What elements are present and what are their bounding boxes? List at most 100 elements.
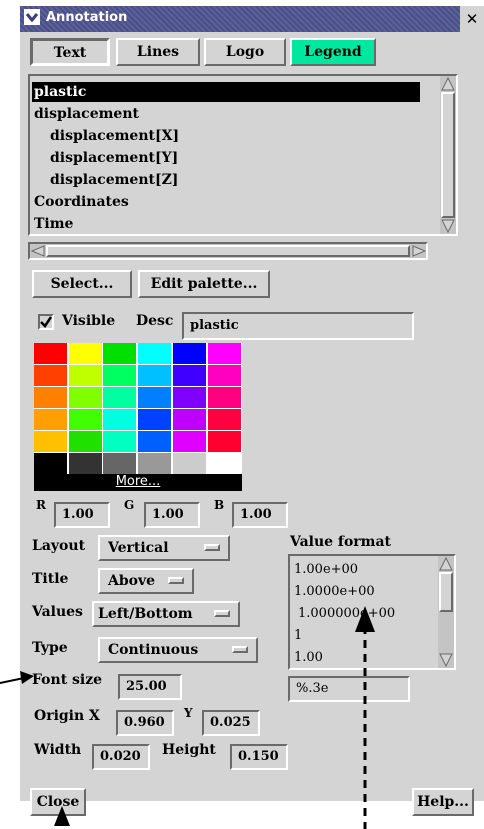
layout-label: Layout [32, 538, 86, 554]
color-swatch[interactable] [68, 343, 102, 364]
color-swatch[interactable] [68, 409, 102, 430]
values-value: Left/Bottom [98, 606, 193, 622]
close-window-icon[interactable]: ✕ [460, 6, 484, 32]
value-format-input[interactable]: %.3e [288, 676, 410, 702]
height-value: 0.150 [238, 749, 279, 764]
hscrollbar-thumb[interactable] [46, 245, 410, 257]
color-swatch[interactable] [207, 431, 241, 452]
color-swatch[interactable] [138, 409, 172, 430]
tab-text[interactable]: Text [30, 38, 110, 66]
format-option[interactable]: 1.0000e+00 [294, 584, 375, 599]
format-option[interactable]: 1 [294, 628, 302, 643]
color-swatch[interactable] [138, 343, 172, 364]
color-palette[interactable] [34, 343, 242, 474]
height-input[interactable]: 0.150 [230, 744, 288, 770]
visible-checkbox[interactable] [38, 314, 54, 330]
scroll-down-arrow-icon[interactable] [441, 219, 455, 233]
format-list-scrollbar[interactable] [438, 556, 454, 668]
scroll-up-arrow-icon[interactable] [439, 557, 453, 571]
tab-lines[interactable]: Lines [116, 38, 200, 66]
color-swatch[interactable] [172, 431, 206, 452]
color-swatch[interactable] [172, 387, 206, 408]
desc-input-value: plastic [190, 318, 239, 333]
color-swatch[interactable] [172, 343, 206, 364]
list-vertical-scrollbar[interactable] [440, 76, 456, 234]
r-input[interactable]: 1.00 [54, 502, 110, 528]
color-swatch[interactable] [103, 343, 137, 364]
tab-logo[interactable]: Logo [204, 38, 286, 66]
layout-option-menu[interactable]: Vertical [98, 535, 230, 561]
type-option-menu[interactable]: Continuous [98, 637, 258, 663]
color-swatch[interactable] [103, 431, 137, 452]
more-colors-button[interactable]: More... [34, 474, 242, 491]
format-option[interactable]: 1.00 [294, 650, 323, 665]
b-value: 1.00 [240, 507, 272, 522]
color-swatch[interactable] [103, 365, 137, 386]
width-value: 0.020 [100, 749, 141, 764]
format-scrollbar-thumb[interactable] [439, 572, 453, 612]
scrollbar-thumb[interactable] [441, 92, 455, 218]
list-item-coordinates[interactable]: Coordinates [32, 192, 420, 212]
color-swatch[interactable] [138, 453, 172, 474]
window-title: Annotation [46, 10, 128, 25]
window-menu-icon[interactable] [24, 9, 40, 25]
g-input[interactable]: 1.00 [144, 502, 200, 528]
origin-y-input[interactable]: 0.025 [202, 710, 260, 736]
color-swatch[interactable] [34, 387, 67, 408]
list-item-plastic[interactable]: plastic [32, 82, 420, 102]
title-bar[interactable]: Annotation ✕ [20, 6, 484, 32]
list-item-time[interactable]: Time [32, 214, 420, 234]
scroll-left-arrow-icon[interactable] [31, 245, 45, 257]
callout-arrow-font-size [0, 671, 34, 684]
color-swatch[interactable] [68, 387, 102, 408]
color-swatch[interactable] [172, 453, 206, 474]
scroll-right-arrow-icon[interactable] [412, 245, 426, 257]
color-swatch[interactable] [207, 387, 241, 408]
color-swatch[interactable] [207, 365, 241, 386]
values-option-menu[interactable]: Left/Bottom [92, 601, 240, 627]
font-size-input[interactable]: 25.00 [118, 674, 182, 700]
r-value: 1.00 [62, 507, 94, 522]
help-button[interactable]: Help... [412, 788, 474, 816]
width-input[interactable]: 0.020 [92, 744, 150, 770]
color-swatch[interactable] [68, 365, 102, 386]
width-label: Width [34, 742, 82, 758]
list-horizontal-scrollbar[interactable] [28, 242, 428, 260]
format-option[interactable]: 1.000000e+00 [298, 606, 395, 621]
color-swatch[interactable] [207, 409, 241, 430]
tab-legend[interactable]: Legend [290, 38, 376, 66]
color-swatch[interactable] [207, 453, 241, 474]
color-swatch[interactable] [34, 365, 67, 386]
format-option[interactable]: 1.00e+00 [294, 562, 358, 577]
color-swatch[interactable] [207, 343, 241, 364]
b-input[interactable]: 1.00 [232, 502, 288, 528]
color-swatch[interactable] [138, 387, 172, 408]
color-swatch[interactable] [34, 343, 67, 364]
color-swatch[interactable] [138, 365, 172, 386]
desc-input[interactable]: plastic [182, 312, 414, 340]
color-swatch[interactable] [68, 431, 102, 452]
edit-palette-button[interactable]: Edit palette... [138, 270, 270, 298]
select-button[interactable]: Select... [32, 270, 132, 298]
origin-x-input[interactable]: 0.960 [116, 710, 174, 736]
color-swatch[interactable] [34, 431, 67, 452]
color-swatch[interactable] [103, 387, 137, 408]
variable-list[interactable]: plastic displacement displacement[X] dis… [28, 74, 458, 236]
list-item-displacement-z[interactable]: displacement[Z] [32, 170, 420, 190]
color-swatch[interactable] [172, 409, 206, 430]
scroll-down-arrow-icon[interactable] [439, 653, 453, 667]
title-option-menu[interactable]: Above [98, 568, 194, 594]
color-swatch[interactable] [172, 365, 206, 386]
color-swatch[interactable] [103, 453, 137, 474]
color-swatch[interactable] [68, 453, 102, 474]
scroll-up-arrow-icon[interactable] [441, 77, 455, 91]
list-item-displacement-y[interactable]: displacement[Y] [32, 148, 420, 168]
color-swatch[interactable] [34, 453, 67, 474]
option-indicator-icon [232, 646, 248, 653]
list-item-displacement[interactable]: displacement [32, 104, 420, 124]
list-item-displacement-x[interactable]: displacement[X] [32, 126, 420, 146]
color-swatch[interactable] [103, 409, 137, 430]
more-colors-label: More... [115, 474, 161, 489]
color-swatch[interactable] [34, 409, 67, 430]
color-swatch[interactable] [138, 431, 172, 452]
